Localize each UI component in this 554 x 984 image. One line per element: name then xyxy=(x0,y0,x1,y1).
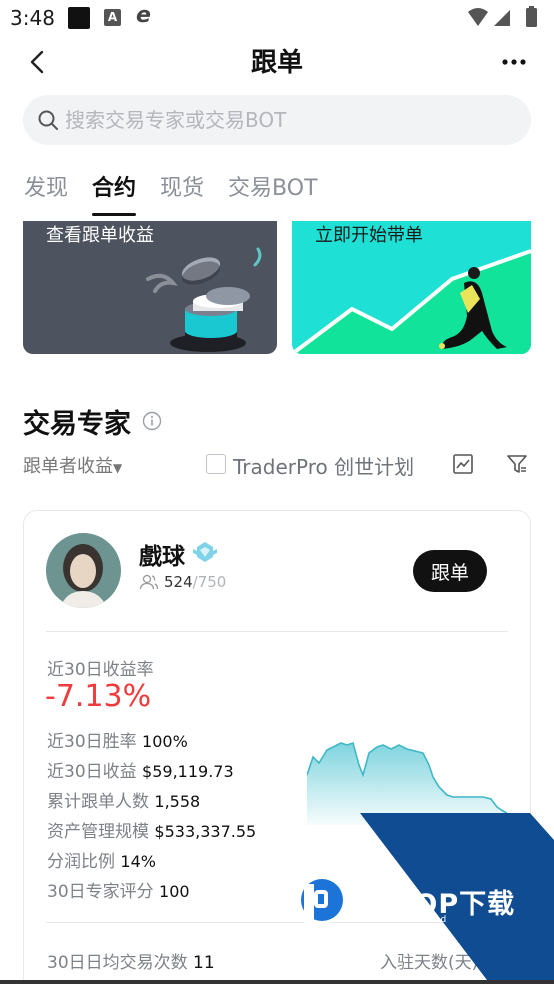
traderpro-checkbox[interactable] xyxy=(206,454,226,474)
tab-trading-bot[interactable]: 交易BOT xyxy=(228,170,317,210)
status-time: 3:48 xyxy=(10,6,55,30)
banner-right-text: 立即开始带单 xyxy=(315,225,423,246)
sort-dropdown[interactable]: 跟单者收益▼ xyxy=(23,452,122,478)
tab-bar: 发现 合约 现货 交易BOT xyxy=(24,170,342,216)
card-divider xyxy=(46,631,508,632)
banner-view-earnings[interactable]: 查看跟单收益 xyxy=(23,221,277,354)
more-options-icon[interactable] xyxy=(500,48,528,76)
trader-name[interactable]: 戲球 xyxy=(139,537,185,571)
trader-avatar xyxy=(46,533,121,608)
stat-aum: 资产管理规模 $533,337.55 xyxy=(47,822,257,842)
banner-start-leading[interactable]: 立即开始带单 xyxy=(292,221,531,354)
search-bar[interactable] xyxy=(23,95,531,145)
search-input[interactable] xyxy=(65,95,505,145)
followers-count: 524/750 xyxy=(139,573,226,591)
signal-battery-icons xyxy=(468,6,537,27)
sort-label: 跟单者收益 xyxy=(23,456,113,477)
diamond-badge-icon xyxy=(193,542,217,562)
tab-spot[interactable]: 现货 xyxy=(160,170,204,210)
traderpro-checkbox-label[interactable]: TraderPro 创世计划 xyxy=(233,451,414,480)
notification-a-icon: A xyxy=(104,9,121,26)
bottom-edge-bar xyxy=(0,980,554,984)
info-icon[interactable] xyxy=(142,411,162,431)
tab-discover[interactable]: 发现 xyxy=(24,170,68,210)
section-title: 交易专家 xyxy=(23,409,131,440)
days-settled: 入驻天数(天) xyxy=(380,953,479,973)
stat-profit: 近30日收益 $59,119.73 xyxy=(47,762,234,782)
watermark-subtext: PCPOP Download xyxy=(356,915,448,925)
filter-icon[interactable] xyxy=(506,453,528,475)
followers-current: 524 xyxy=(164,573,193,591)
browser-e-icon: e xyxy=(136,3,151,28)
stat-profit-share: 分润比例 14% xyxy=(47,852,156,872)
chart-view-icon[interactable] xyxy=(452,453,474,475)
search-icon xyxy=(38,110,58,130)
roi-label: 近30日收益率 xyxy=(47,660,154,680)
roi-value: -7.13% xyxy=(45,679,152,714)
follow-button[interactable]: 跟单 xyxy=(413,550,487,592)
header: 跟单 xyxy=(0,36,554,86)
stat-win-rate: 近30日胜率 100% xyxy=(47,732,188,752)
caret-down-icon: ▼ xyxy=(113,461,123,475)
banner-left-text: 查看跟单收益 xyxy=(46,225,154,246)
status-bar: 3:48 A e xyxy=(0,0,554,36)
followers-icon xyxy=(139,574,159,590)
page-title: 跟单 xyxy=(250,48,303,78)
notification-square-icon xyxy=(68,7,90,29)
stat-expert-score: 30日专家评分 100 xyxy=(47,882,190,902)
avg-daily-trades: 30日日均交易次数 11 xyxy=(47,953,215,973)
tab-futures[interactable]: 合约 xyxy=(92,170,137,216)
roi-sparkline xyxy=(307,741,507,825)
followers-max: /750 xyxy=(192,573,227,591)
stat-total-followers: 累计跟单人数 1,558 xyxy=(47,792,201,812)
